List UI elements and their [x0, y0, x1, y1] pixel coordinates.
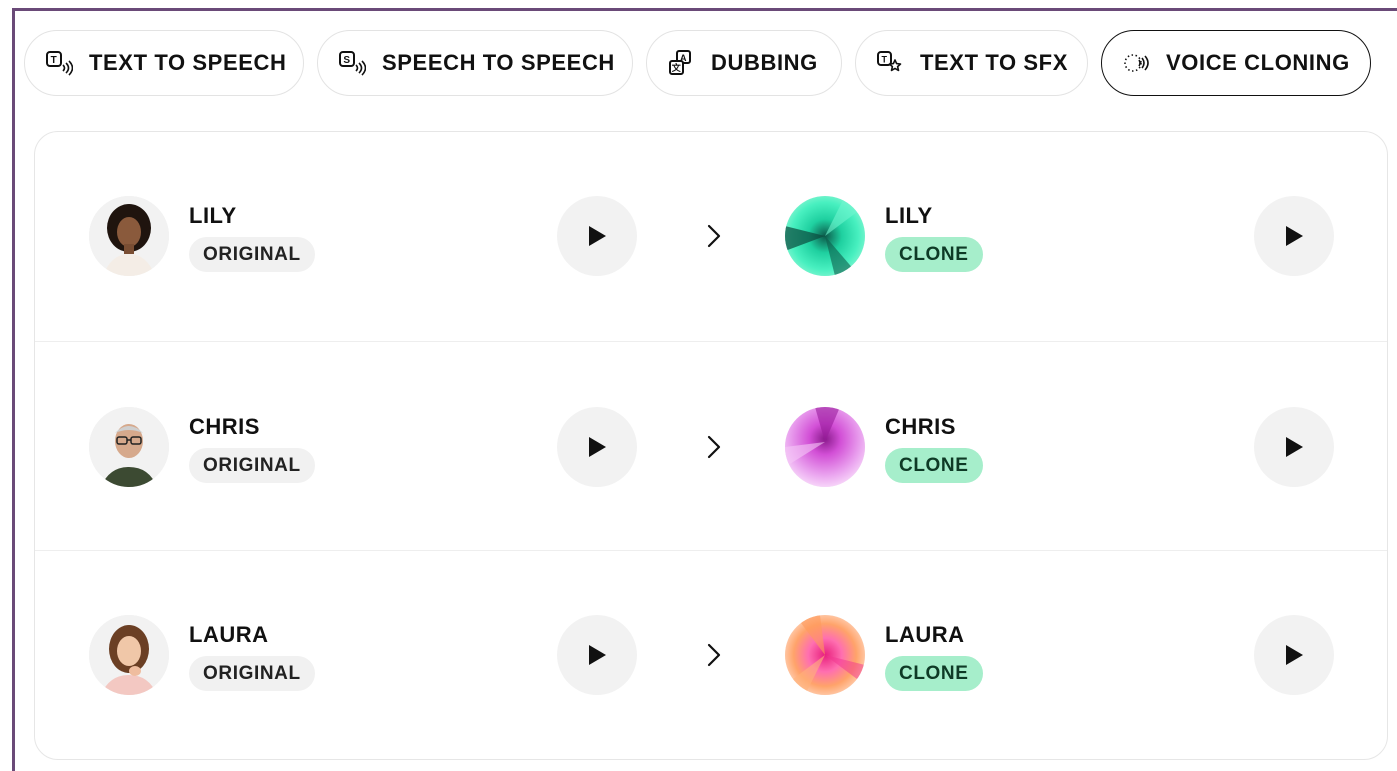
original-badge: ORIGINAL: [189, 237, 315, 272]
svg-text:文: 文: [671, 62, 682, 74]
chevron-right-icon: [704, 432, 724, 462]
tab-dubbing[interactable]: A文 DUBBING: [646, 30, 842, 96]
clone-voice-orb: [785, 407, 865, 487]
text-to-sfx-icon: T: [876, 49, 904, 77]
original-voice-name: CHRIS: [189, 414, 260, 439]
clone-voice-orb: [785, 196, 865, 276]
tab-text-to-speech[interactable]: T TEXT TO SPEECH: [24, 30, 304, 96]
original-voice-name: LILY: [189, 203, 237, 228]
tab-label: TEXT TO SPEECH: [89, 50, 287, 75]
play-icon: [589, 437, 606, 457]
play-original-button[interactable]: [557, 196, 637, 276]
play-icon: [1286, 645, 1303, 665]
tab-text-to-sfx[interactable]: T TEXT TO SFX: [855, 30, 1088, 96]
speech-to-speech-icon: S: [338, 49, 366, 77]
play-icon: [1286, 437, 1303, 457]
original-badge: ORIGINAL: [189, 448, 315, 483]
chevron-right-icon: [704, 640, 724, 670]
original-voice-avatar: [89, 407, 169, 487]
play-clone-button[interactable]: [1254, 615, 1334, 695]
voice-row: LILY ORIGINAL LILY CLONE: [35, 132, 1387, 341]
play-clone-button[interactable]: [1254, 407, 1334, 487]
voice-row: LAURA ORIGINAL LAURA CLONE: [35, 550, 1387, 760]
play-original-button[interactable]: [557, 615, 637, 695]
tab-voice-cloning[interactable]: VOICE CLONING: [1101, 30, 1371, 96]
play-icon: [589, 226, 606, 246]
original-voice-avatar: [89, 196, 169, 276]
svg-text:T: T: [881, 55, 887, 65]
clone-badge: CLONE: [885, 237, 983, 272]
play-original-button[interactable]: [557, 407, 637, 487]
clone-voice-name: LAURA: [885, 622, 965, 647]
chevron-right-icon: [704, 221, 724, 251]
voice-cloning-card: LILY ORIGINAL LILY CLONE CHRIS ORIGINAL …: [34, 131, 1388, 760]
clone-voice-name: LILY: [885, 203, 933, 228]
tab-label: DUBBING: [711, 50, 818, 75]
clone-badge: CLONE: [885, 448, 983, 483]
voice-row: CHRIS ORIGINAL CHRIS CLONE: [35, 341, 1387, 551]
play-icon: [1286, 226, 1303, 246]
play-icon: [589, 645, 606, 665]
svg-text:T: T: [51, 55, 58, 66]
voice-cloning-icon: [1122, 49, 1150, 77]
original-voice-name: LAURA: [189, 622, 269, 647]
tab-label: SPEECH TO SPEECH: [382, 50, 615, 75]
frame-border-top: [12, 8, 1397, 11]
svg-text:S: S: [343, 55, 350, 66]
tab-label: VOICE CLONING: [1166, 50, 1350, 75]
frame-border-left: [12, 8, 15, 771]
play-clone-button[interactable]: [1254, 196, 1334, 276]
clone-voice-name: CHRIS: [885, 414, 956, 439]
tab-speech-to-speech[interactable]: S SPEECH TO SPEECH: [317, 30, 633, 96]
text-to-speech-icon: T: [45, 49, 73, 77]
tab-label: TEXT TO SFX: [920, 50, 1068, 75]
clone-voice-orb: [785, 615, 865, 695]
clone-badge: CLONE: [885, 656, 983, 691]
original-voice-avatar: [89, 615, 169, 695]
dubbing-icon: A文: [667, 49, 695, 77]
original-badge: ORIGINAL: [189, 656, 315, 691]
